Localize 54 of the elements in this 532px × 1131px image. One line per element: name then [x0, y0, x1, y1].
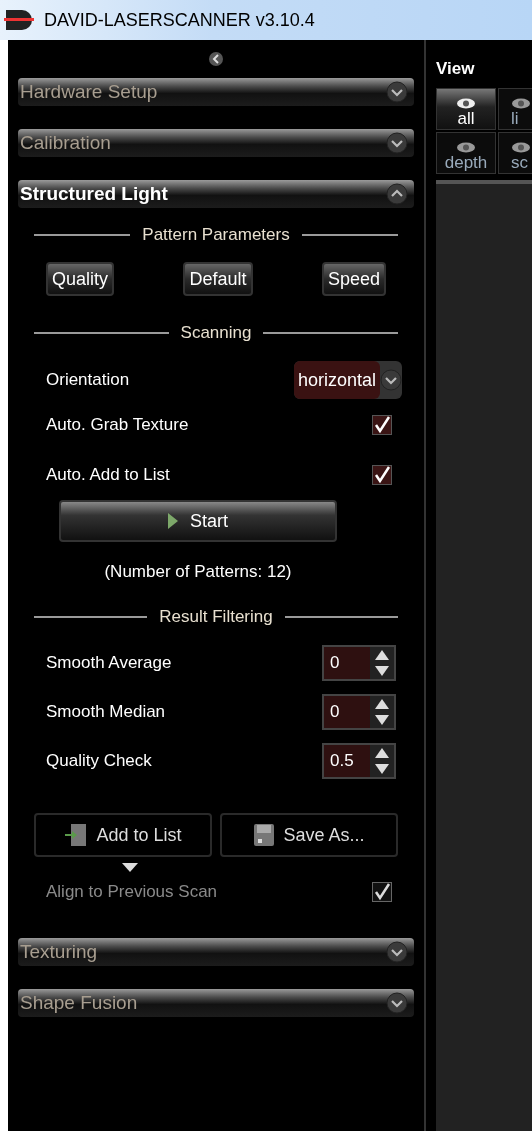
section-title: Texturing	[20, 939, 98, 964]
option-label: Auto. Add to List	[46, 464, 170, 487]
preset-button[interactable]: Speed	[321, 262, 386, 296]
option-label: Align to Previous Scan	[46, 881, 218, 904]
eye-icon	[456, 98, 476, 109]
chevron-down-icon	[386, 132, 408, 154]
checkmark-icon	[373, 416, 391, 434]
section-header[interactable]: Texturing	[18, 938, 414, 966]
dropdown-triangle-icon[interactable]	[122, 863, 138, 872]
view-button[interactable]: li	[498, 88, 532, 130]
chevron-down-icon	[386, 81, 408, 103]
chevron-up-icon	[386, 183, 408, 205]
eye-icon	[456, 142, 476, 153]
group-heading: Result Filtering	[159, 606, 273, 629]
play-icon	[168, 513, 178, 529]
view-button[interactable]: all	[436, 88, 496, 130]
orientation-dropdown[interactable]: horizontal	[293, 361, 402, 399]
view-title: View	[436, 58, 476, 80]
window-title: DAVID-LASERSCANNER v3.10.4	[44, 8, 315, 32]
section-title: Shape Fusion	[20, 990, 138, 1015]
preset-button[interactable]: Quality	[46, 262, 115, 296]
view-button[interactable]: depth	[436, 132, 496, 174]
group-heading: Pattern Parameters	[142, 224, 290, 247]
section-header[interactable]: Shape Fusion	[18, 989, 414, 1017]
checkbox[interactable]	[372, 465, 392, 485]
field-label: Quality Check	[46, 749, 152, 772]
section-header[interactable]: Calibration	[18, 129, 414, 157]
field-label: Smooth Average	[46, 651, 172, 674]
section-title: Hardware Setup	[20, 79, 158, 104]
add-document-icon	[64, 823, 89, 847]
chevron-down-icon	[386, 992, 408, 1014]
collapse-left-icon[interactable]	[208, 51, 224, 67]
start-button[interactable]: Start	[59, 500, 337, 542]
field-label: Smooth Median	[46, 700, 166, 723]
app-logo-icon	[4, 8, 36, 32]
chevron-down-icon	[386, 941, 408, 963]
checkmark-icon	[373, 883, 391, 901]
chevron-down-icon	[380, 369, 402, 391]
save-as-button[interactable]: Save As...	[220, 813, 398, 857]
section-header[interactable]: Hardware Setup	[18, 78, 414, 106]
checkmark-icon	[373, 466, 391, 484]
preset-button[interactable]: Default	[183, 262, 253, 296]
option-label: Auto. Grab Texture	[46, 414, 189, 437]
pattern-count-text: (Number of Patterns: 12)	[104, 561, 292, 584]
field-label: Orientation	[46, 369, 130, 392]
checkbox[interactable]	[372, 415, 392, 435]
eye-icon	[511, 98, 531, 109]
eye-icon	[511, 142, 531, 153]
section-title: Structured Light	[20, 181, 168, 206]
section-title: Calibration	[20, 130, 111, 155]
group-heading: Scanning	[180, 322, 252, 345]
section-header[interactable]: Structured Light	[18, 180, 414, 208]
view-button[interactable]: sc	[498, 132, 532, 174]
add-to-list-button[interactable]: Add to List	[34, 813, 212, 857]
